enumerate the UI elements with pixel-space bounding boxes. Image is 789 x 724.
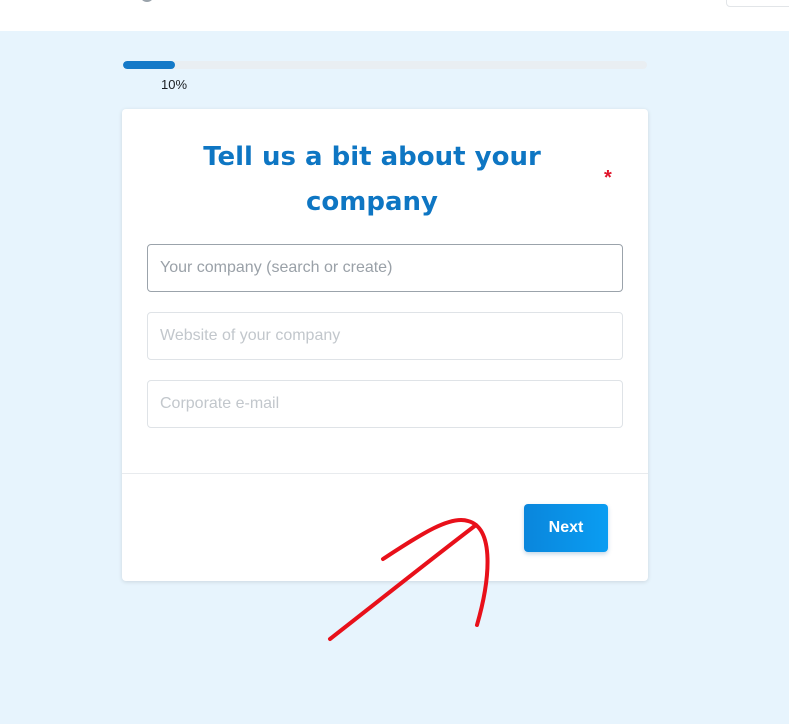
progress-bar-fill [123, 61, 176, 69]
logo-icon [140, 0, 154, 2]
progress-bar [123, 61, 647, 69]
header-button[interactable] [726, 0, 789, 7]
required-marker: * [604, 167, 612, 189]
card-footer-divider [122, 473, 648, 474]
form-title: Tell us a bit about your company [203, 142, 541, 217]
corporate-email-input[interactable] [147, 380, 623, 428]
company-form-card: Tell us a bit about your company * Next [122, 109, 648, 581]
company-website-input[interactable] [147, 312, 623, 360]
company-search-input[interactable] [147, 244, 623, 292]
progress-percent-label: 10% [161, 77, 188, 92]
top-header-bar [0, 0, 789, 31]
next-button[interactable]: Next [524, 504, 608, 552]
